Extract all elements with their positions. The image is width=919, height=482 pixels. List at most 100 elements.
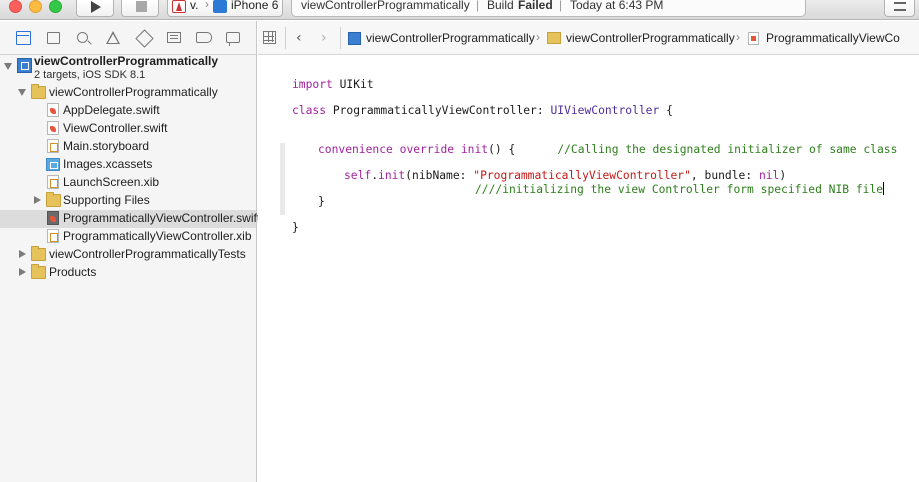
tree-row-selected[interactable]: ProgrammaticallyViewController.swift bbox=[0, 210, 260, 228]
tree-row[interactable]: Supporting Files bbox=[0, 192, 256, 210]
tree-item-label: Images.xcassets bbox=[63, 157, 153, 171]
code-text: } bbox=[292, 221, 299, 234]
device-name[interactable]: iPhone 6 bbox=[231, 0, 278, 12]
breadcrumb-project[interactable]: viewControllerProgrammatically bbox=[366, 31, 535, 45]
tree-row[interactable]: ViewController.swift bbox=[0, 120, 256, 138]
swift-file-icon bbox=[47, 211, 59, 225]
activity-build-label: Build bbox=[487, 0, 514, 12]
code-line: self.init(nibName: "ProgrammaticallyView… bbox=[344, 169, 786, 182]
tree-item-label: ProgrammaticallyViewController.swift bbox=[63, 211, 261, 225]
disclosure-open-icon[interactable] bbox=[18, 89, 26, 96]
storyboard-file-icon bbox=[47, 139, 59, 153]
close-window-button[interactable] bbox=[9, 0, 22, 13]
activity-time: Today at 6:43 PM bbox=[570, 0, 664, 12]
text-cursor bbox=[883, 182, 885, 195]
app-icon bbox=[172, 0, 186, 13]
code-line: import UIKit bbox=[292, 78, 374, 91]
divider bbox=[340, 27, 341, 49]
debug-icon[interactable] bbox=[167, 32, 181, 43]
keyword-import: import bbox=[292, 78, 333, 91]
scheme-separator: › bbox=[205, 0, 209, 11]
code-text: (nibName: bbox=[405, 169, 474, 182]
tree-row[interactable]: AppDelegate.swift bbox=[0, 102, 256, 120]
disclosure-closed-icon[interactable] bbox=[34, 196, 41, 204]
tree-item-label: viewControllerProgrammaticallyTests bbox=[49, 247, 246, 261]
code-area[interactable]: import UIKit class ProgrammaticallyViewC… bbox=[292, 56, 897, 251]
tree-row[interactable]: viewControllerProgrammaticallyTests bbox=[0, 246, 256, 264]
project-subtitle: 2 targets, iOS SDK 8.1 bbox=[34, 69, 146, 81]
editor-layout-button[interactable] bbox=[884, 0, 915, 17]
project-navigator: viewControllerProgrammatically 2 targets… bbox=[0, 21, 260, 482]
keyword-init: init bbox=[460, 143, 489, 156]
code-line: ////initializing the view Controller for… bbox=[475, 182, 885, 196]
disclosure-open-icon[interactable] bbox=[4, 63, 12, 70]
back-button[interactable]: ‹ bbox=[296, 30, 302, 46]
lines-icon bbox=[894, 2, 906, 11]
toolbar: v. › iPhone 6 viewControllerProgrammatic… bbox=[0, 0, 919, 20]
warning-icon[interactable] bbox=[106, 31, 120, 44]
divider bbox=[285, 27, 286, 49]
code-line: class ProgrammaticallyViewController: UI… bbox=[292, 104, 673, 117]
tree-row[interactable]: ProgrammaticallyViewController.xib bbox=[0, 228, 256, 246]
tree-item-label: AppDelegate.swift bbox=[63, 103, 160, 117]
symbol-hierarchy-icon[interactable] bbox=[47, 32, 60, 44]
keyword-self: self bbox=[344, 169, 372, 182]
run-button[interactable] bbox=[76, 0, 114, 17]
source-editor[interactable]: import UIKit class ProgrammaticallyViewC… bbox=[258, 56, 919, 482]
keyword-convenience: convenience bbox=[318, 143, 393, 156]
class-name: ProgrammaticallyViewController: bbox=[326, 104, 551, 117]
scheme-selector[interactable]: v. › iPhone 6 bbox=[167, 0, 283, 17]
zoom-window-button[interactable] bbox=[49, 0, 62, 13]
folder-icon bbox=[547, 32, 561, 44]
tree-row[interactable]: LaunchScreen.xib bbox=[0, 174, 256, 192]
code-text: () { bbox=[488, 143, 516, 156]
device-icon bbox=[213, 0, 227, 13]
tree-row[interactable]: viewControllerProgrammatically bbox=[0, 84, 256, 102]
breadcrumb-file[interactable]: ProgrammaticallyViewCo bbox=[766, 31, 900, 45]
tree-item-label: Supporting Files bbox=[63, 193, 150, 207]
code-comment: ////initializing the view Controller for… bbox=[475, 183, 884, 196]
stop-button[interactable] bbox=[121, 0, 159, 17]
navigator-selector-bar bbox=[0, 21, 256, 55]
tree-row[interactable]: Main.storyboard bbox=[0, 138, 256, 156]
code-text: . bbox=[371, 169, 379, 182]
module-name: UIKit bbox=[332, 78, 374, 91]
code-text: } bbox=[318, 195, 325, 208]
tree-row[interactable]: Images.xcassets bbox=[0, 156, 256, 174]
swift-file-icon bbox=[47, 103, 59, 117]
stop-icon bbox=[136, 1, 147, 12]
project-row[interactable]: viewControllerProgrammatically 2 targets… bbox=[0, 54, 256, 84]
tree-item-label: viewControllerProgrammatically bbox=[49, 85, 218, 99]
project-name: viewControllerProgrammatically bbox=[34, 54, 219, 68]
related-items-icon[interactable] bbox=[263, 31, 276, 44]
tree-item-label: Products bbox=[49, 265, 97, 279]
minimize-window-button[interactable] bbox=[29, 0, 42, 13]
disclosure-closed-icon[interactable] bbox=[19, 250, 26, 258]
activity-viewer: viewControllerProgrammatically | Build F… bbox=[291, 0, 806, 17]
tree-row[interactable]: Products bbox=[0, 264, 256, 282]
xib-file-icon bbox=[47, 175, 59, 189]
breakpoint-icon[interactable] bbox=[196, 32, 212, 43]
scheme-name: v. bbox=[190, 0, 199, 12]
folder-icon[interactable] bbox=[16, 31, 31, 45]
disclosure-closed-icon[interactable] bbox=[19, 268, 26, 276]
report-icon[interactable] bbox=[226, 32, 240, 46]
string-literal: "ProgrammaticallyViewController" bbox=[473, 169, 691, 182]
superclass-name: UIViewController bbox=[550, 104, 660, 117]
activity-project: viewControllerProgrammatically bbox=[301, 0, 470, 12]
activity-build-status: Failed bbox=[518, 0, 553, 12]
folder-icon bbox=[31, 84, 46, 99]
forward-button[interactable]: › bbox=[321, 30, 327, 46]
breadcrumb-group[interactable]: viewControllerProgrammatically bbox=[566, 31, 735, 45]
test-icon[interactable] bbox=[135, 29, 154, 48]
search-icon[interactable] bbox=[77, 32, 88, 43]
breadcrumb-separator: › bbox=[736, 30, 740, 44]
code-text: { bbox=[659, 104, 673, 117]
folder-icon bbox=[46, 192, 61, 207]
tree-item-label: LaunchScreen.xib bbox=[63, 175, 160, 189]
tree-item-label: Main.storyboard bbox=[63, 139, 150, 153]
tree-item-label: ViewController.swift bbox=[63, 121, 168, 135]
breadcrumb-separator: › bbox=[536, 30, 540, 44]
folder-icon bbox=[31, 246, 46, 261]
folder-icon bbox=[31, 264, 46, 279]
